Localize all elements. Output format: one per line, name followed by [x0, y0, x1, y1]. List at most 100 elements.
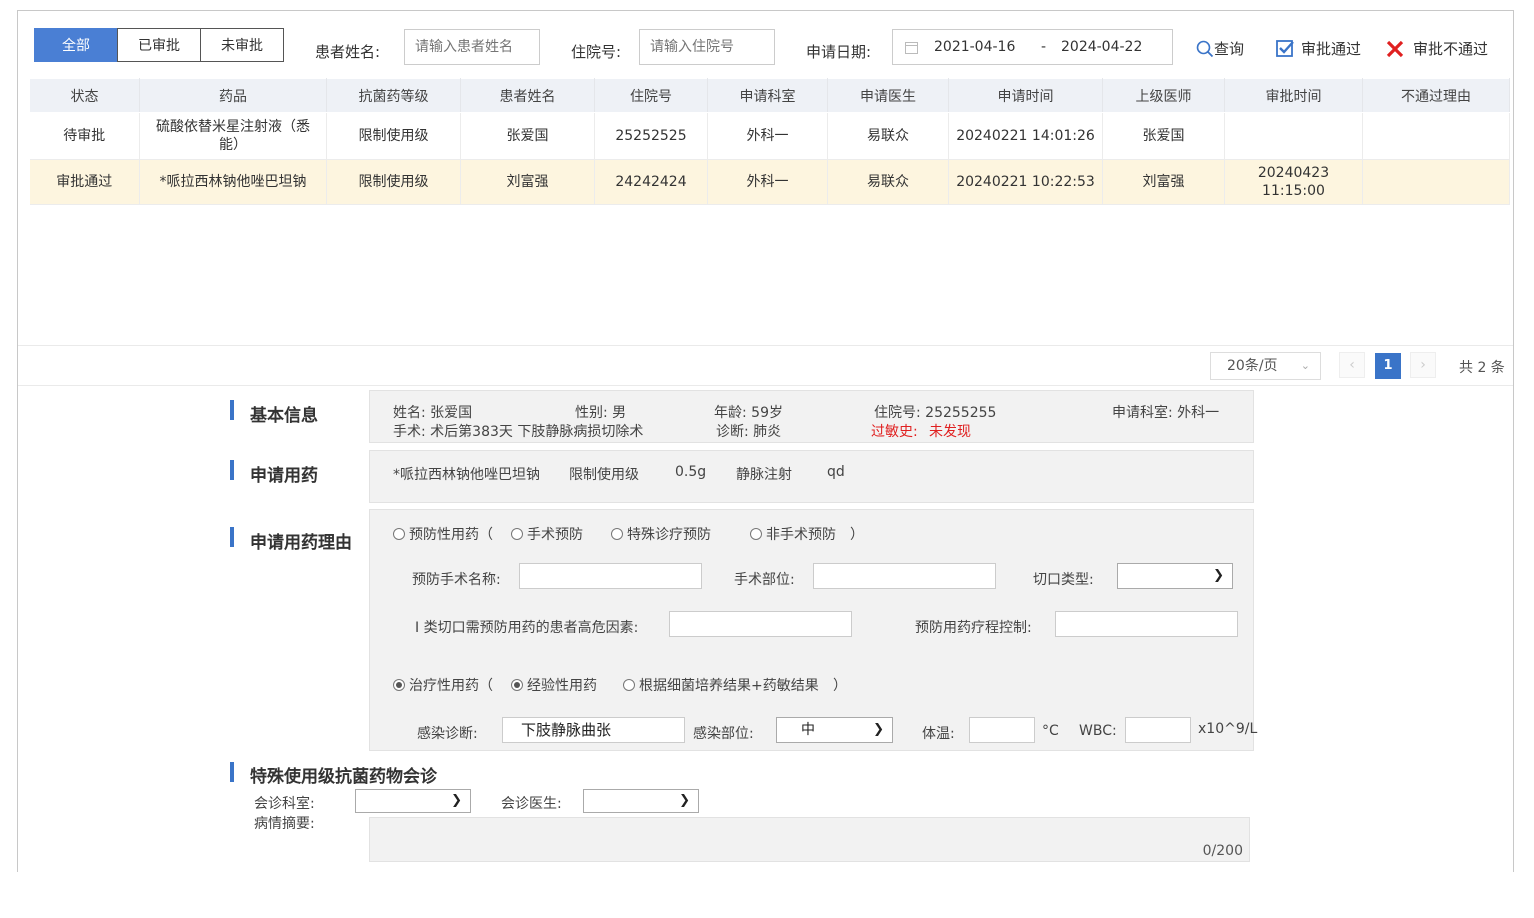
- close-paren: ）: [833, 678, 847, 694]
- consult-dept-select[interactable]: ❯: [355, 789, 471, 813]
- therapeutic-radio[interactable]: 治疗性用药（: [393, 675, 493, 695]
- drug-frequency: qd: [827, 464, 845, 480]
- date-end[interactable]: 2024-04-22: [1061, 39, 1142, 55]
- tab-approved[interactable]: 已审批: [117, 28, 201, 62]
- risk-factor-input[interactable]: [669, 611, 852, 637]
- col-drug: 药品: [139, 78, 327, 113]
- temperature-label: 体温:: [922, 726, 955, 742]
- reason-panel: 预防性用药（ 手术预防 特殊诊疗预防 非手术预防 ） 预防手术名称: 手术部位:…: [369, 509, 1258, 751]
- chevron-down-icon: ⌄: [1300, 359, 1310, 372]
- surgical-radio[interactable]: 手术预防: [511, 524, 583, 544]
- close-icon: [1386, 40, 1404, 57]
- radio-icon: [511, 528, 523, 540]
- query-button[interactable]: 查询: [1196, 38, 1244, 59]
- inpatient-no-input[interactable]: [639, 29, 775, 65]
- reject-button[interactable]: 审批不通过: [1385, 38, 1488, 59]
- chevron-down-icon: ❯: [451, 793, 462, 808]
- infection-diag-label: 感染诊断:: [417, 726, 478, 742]
- incision-type-label: 切口类型:: [1033, 572, 1094, 588]
- inpatient-no-label: 住院号:: [571, 43, 622, 61]
- cell-senior-doctor: 刘富强: [1102, 159, 1225, 205]
- col-patient: 患者姓名: [460, 78, 595, 113]
- radio-selected-icon: [393, 679, 405, 691]
- page-size-label: 20条/页: [1227, 358, 1278, 374]
- page-size-select[interactable]: 20条/页 ⌄: [1210, 352, 1321, 380]
- approve-button[interactable]: 审批通过: [1276, 38, 1361, 59]
- nonsurgical-label: 非手术预防: [766, 527, 836, 543]
- nonsurgical-radio[interactable]: 非手术预防: [750, 524, 836, 544]
- surgery-site-label: 手术部位:: [734, 572, 795, 588]
- col-department: 申请科室: [707, 78, 828, 113]
- culture-based-label: 根据细菌培养结果+药敏结果: [639, 678, 819, 694]
- wbc-label: WBC:: [1079, 723, 1117, 739]
- surgical-label: 手术预防: [527, 527, 583, 543]
- empirical-radio[interactable]: 经验性用药: [511, 675, 597, 695]
- infection-diag-input[interactable]: 下肢静脉曲张: [502, 717, 685, 743]
- patient-department: 申请科室: 外科一: [1112, 405, 1220, 421]
- cell-status: 待审批: [29, 112, 140, 160]
- char-count: 0/200: [1202, 843, 1243, 859]
- date-range-picker[interactable]: 2021-04-16 - 2024-04-22: [892, 29, 1173, 65]
- basic-info-title: 基本信息: [250, 406, 318, 426]
- next-page-button[interactable]: ›: [1410, 352, 1436, 378]
- date-label: 申请日期:: [806, 43, 872, 61]
- col-reject-reason: 不通过理由: [1362, 78, 1510, 113]
- tab-pending[interactable]: 未审批: [200, 28, 284, 62]
- date-start[interactable]: 2021-04-16: [934, 39, 1015, 55]
- patient-diagnosis: 诊断: 肺炎: [716, 424, 782, 440]
- col-status: 状态: [29, 78, 140, 113]
- patient-age: 年龄: 59岁: [714, 405, 783, 421]
- approve-label: 审批通过: [1301, 40, 1362, 58]
- patient-name-label: 患者姓名:: [315, 43, 381, 61]
- wbc-unit: x10^9/L: [1198, 721, 1258, 737]
- section-marker: [230, 460, 234, 480]
- search-icon: [1196, 40, 1214, 57]
- col-inpatient-no: 住院号: [594, 78, 708, 113]
- temperature-input[interactable]: [969, 717, 1035, 743]
- cell-doctor: 易联众: [827, 112, 949, 160]
- reject-label: 审批不通过: [1413, 40, 1489, 58]
- drug-level: 限制使用级: [569, 467, 639, 483]
- query-label: 查询: [1214, 40, 1245, 58]
- tab-all[interactable]: 全部: [34, 28, 118, 62]
- table-row[interactable]: 待审批 硫酸依替米星注射液（悉能） 限制使用级 张爱国 25252525 外科一…: [29, 112, 1510, 160]
- consult-title: 特殊使用级抗菌药物会诊: [250, 767, 437, 787]
- special-radio[interactable]: 特殊诊疗预防: [611, 524, 711, 544]
- chevron-down-icon: ❯: [1213, 568, 1224, 583]
- cell-level: 限制使用级: [326, 112, 461, 160]
- therapeutic-label: 治疗性用药（: [409, 678, 493, 694]
- radio-icon: [750, 528, 762, 540]
- drug-request-panel: *哌拉西林钠他唑巴坦钠 限制使用级 0.5g 静脉注射 qd: [369, 450, 1254, 503]
- prophylactic-radio[interactable]: 预防性用药（: [393, 524, 493, 544]
- close-paren: ）: [850, 527, 864, 543]
- radio-icon: [611, 528, 623, 540]
- wbc-input[interactable]: [1125, 717, 1191, 743]
- consult-dept-label: 会诊科室:: [254, 796, 315, 812]
- incision-type-select[interactable]: ❯: [1117, 563, 1233, 589]
- patient-name-input[interactable]: [404, 29, 540, 65]
- culture-based-radio[interactable]: 根据细菌培养结果+药敏结果: [623, 675, 819, 695]
- divider: [18, 345, 1513, 346]
- cell-approve-time: [1224, 112, 1363, 160]
- prev-page-button[interactable]: ‹: [1339, 352, 1365, 378]
- patient-gender: 性别: 男: [575, 405, 627, 421]
- cell-patient: 刘富强: [460, 159, 595, 205]
- consult-doctor-label: 会诊医生:: [501, 796, 562, 812]
- basic-info-panel: 姓名: 张爱国 性别: 男 年龄: 59岁 住院号: 25255255 申请科室…: [369, 390, 1254, 443]
- course-control-input[interactable]: [1055, 611, 1238, 637]
- chevron-down-icon: ❯: [679, 793, 690, 808]
- surgery-site-input[interactable]: [813, 563, 996, 589]
- cell-reject-reason: [1362, 112, 1510, 160]
- cell-reject-reason: [1362, 159, 1510, 205]
- consult-doctor-select[interactable]: ❯: [583, 789, 699, 813]
- infection-site-select[interactable]: 中 ❯: [776, 717, 893, 743]
- col-apply-time: 申请时间: [948, 78, 1103, 113]
- course-control-label: 预防用药疗程控制:: [915, 620, 1032, 636]
- col-senior-doctor: 上级医师: [1102, 78, 1225, 113]
- table-row[interactable]: 审批通过 *哌拉西林钠他唑巴坦钠 限制使用级 刘富强 24242424 外科一 …: [29, 159, 1510, 205]
- filter-tabs: 全部 已审批 未审批: [34, 28, 284, 62]
- surgery-name-input[interactable]: [519, 563, 702, 589]
- current-page-button[interactable]: 1: [1375, 353, 1401, 379]
- summary-textarea[interactable]: 0/200: [369, 817, 1250, 862]
- radio-selected-icon: [511, 679, 523, 691]
